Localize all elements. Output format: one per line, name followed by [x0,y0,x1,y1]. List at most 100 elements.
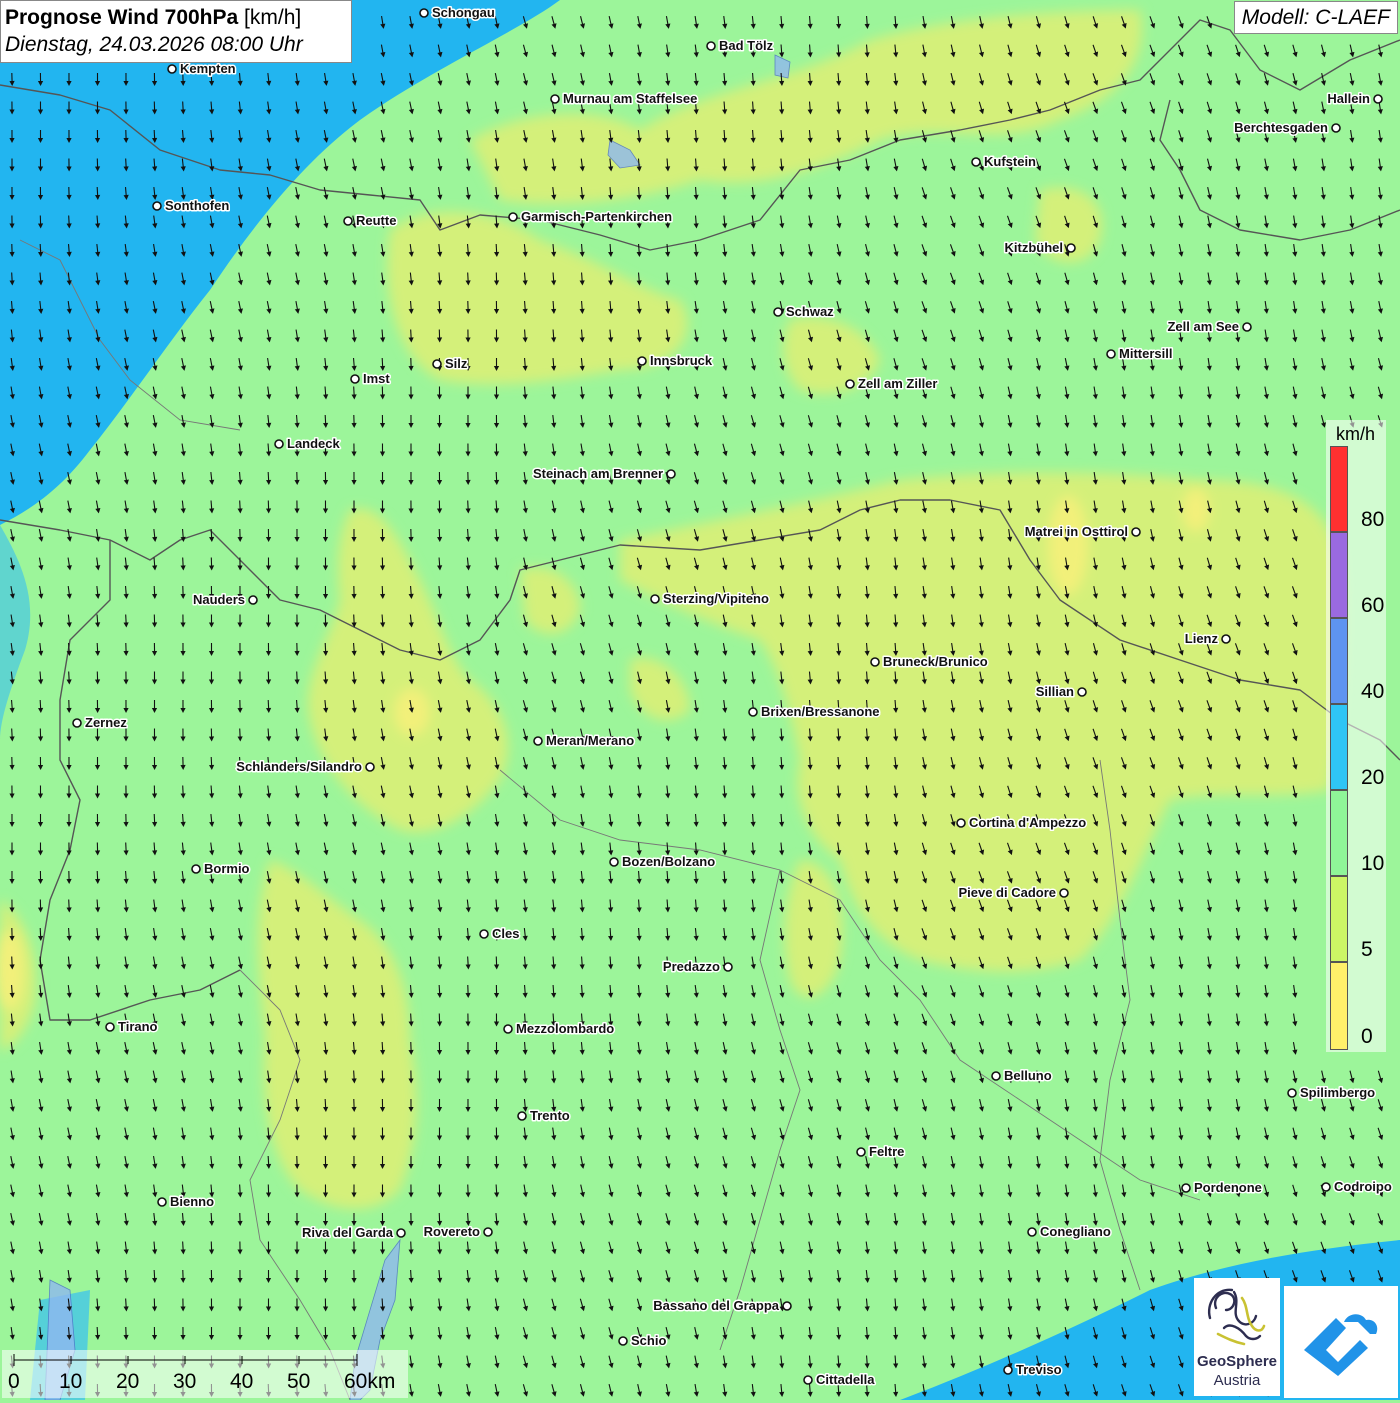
city-marker: Berchtesgaden [1234,120,1340,135]
city-label: Zernez [85,715,127,730]
forecast-datetime: Dienstag, 24.03.2026 08:00 Uhr [5,31,347,58]
city-label: Hallein [1327,91,1370,106]
city-dot [420,9,428,17]
geosphere-logo-name: GeoSphere [1194,1353,1280,1370]
city-dot [73,719,81,727]
city-label: Berchtesgaden [1234,120,1328,135]
city-marker: Cortina d'Ampezzo [957,815,1086,830]
city-dot [619,1337,627,1345]
city-dot [366,763,374,771]
city-label: Kitzbühel [1005,240,1064,255]
geosphere-logo-icon [1194,1278,1280,1352]
legend-tick-label: 10 [1361,852,1384,876]
city-label: Sonthofen [165,198,229,213]
city-label: Schlanders/Silandro [236,759,362,774]
city-label: Riva del Garda [302,1225,394,1240]
city-label: Rovereto [424,1224,480,1239]
legend-tick-label: 0 [1361,1025,1373,1049]
city-label: Schio [631,1333,666,1348]
city-marker: Meran/Merano [534,733,634,748]
scale-label: 0 [8,1370,20,1394]
model-label: Modell: C-LAEF [1234,1,1398,34]
city-dot [433,360,441,368]
city-dot [846,380,854,388]
weather-app-logo[interactable] [1284,1286,1398,1398]
city-dot [168,65,176,73]
city-dot [153,202,161,210]
city-dot [351,375,359,383]
city-label: Zell am See [1167,319,1239,334]
city-label: Tirano [118,1019,158,1034]
city-dot [707,42,715,50]
city-marker: Bruneck/Brunico [871,654,988,669]
city-label: Schongau [432,5,495,20]
city-label: Mittersill [1119,346,1172,361]
city-label: Mezzolombardo [516,1021,614,1036]
city-label: Cortina d'Ampezzo [969,815,1086,830]
legend-tick-label: 20 [1361,766,1384,790]
city-dot [397,1229,405,1237]
city-dot [667,470,675,478]
city-marker: Schongau [420,5,495,20]
city-label: Cles [492,926,519,941]
legend-band-10 [1330,790,1348,876]
city-dot [1004,1366,1012,1374]
legend-tick-label: 80 [1361,508,1384,532]
city-marker: Zell am See [1167,319,1251,334]
city-label: Bienno [170,1194,214,1209]
geosphere-logo[interactable]: GeoSphere Austria [1194,1278,1280,1396]
city-label: Belluno [1004,1068,1052,1083]
city-label: Lienz [1185,631,1219,646]
city-dot [783,1302,791,1310]
city-dot [518,1112,526,1120]
city-label: Nauders [193,592,245,607]
city-label: Imst [363,371,390,386]
city-label: Silz [445,356,468,371]
city-dot [534,737,542,745]
city-label: Bassano del Grappa [653,1298,779,1313]
city-label: Meran/Merano [546,733,634,748]
city-label: Trento [530,1108,570,1123]
title-box: Prognose Wind 700hPa [km/h] Dienstag, 24… [0,0,352,63]
city-dot [638,357,646,365]
legend-tick-label: 5 [1361,938,1373,962]
city-label: Codroipo [1334,1179,1392,1194]
city-dot [857,1148,865,1156]
city-marker: Murnau am Staffelsee [551,91,697,106]
city-label: Pordenone [1194,1180,1262,1195]
legend-band-80 [1330,446,1348,532]
city-label: Cittadella [816,1372,875,1387]
city-dot [1322,1183,1330,1191]
city-label: Reutte [356,213,396,228]
city-marker: Spilimbergo [1288,1085,1375,1100]
legend-unit: km/h [1336,424,1375,445]
legend-tick-label: 60 [1361,594,1384,618]
city-label: Matrei in Osttirol [1025,524,1128,539]
city-marker: Brixen/Bressanone [749,704,880,719]
city-dot [1132,528,1140,536]
color-legend: km/h 80 60 40 20 10 5 0 [1326,420,1386,1052]
city-dot [871,658,879,666]
city-label: Sterzing/Vipiteno [663,591,769,606]
city-label: Kempten [180,61,236,76]
city-dot [106,1023,114,1031]
city-dot [774,308,782,316]
map-title-unit: [km/h] [244,6,301,29]
city-label: Brixen/Bressanone [761,704,880,719]
city-label: Sillian [1036,684,1074,699]
city-dot [192,865,200,873]
city-dot [1288,1089,1296,1097]
city-label: Bozen/Bolzano [622,854,715,869]
city-label: Bruneck/Brunico [883,654,988,669]
city-dot [610,858,618,866]
city-marker: Conegliano [1028,1224,1111,1239]
city-label: Landeck [287,436,341,451]
city-label: Zell am Ziller [858,376,937,391]
city-dot [804,1376,812,1384]
legend-band-20 [1330,704,1348,790]
wind-map: SchongauBad TölzKemptenMurnau am Staffel… [0,0,1400,1400]
city-label: Murnau am Staffelsee [563,91,697,106]
city-dot [1243,323,1251,331]
city-dot [249,596,257,604]
scale-label: 30 [173,1370,196,1394]
